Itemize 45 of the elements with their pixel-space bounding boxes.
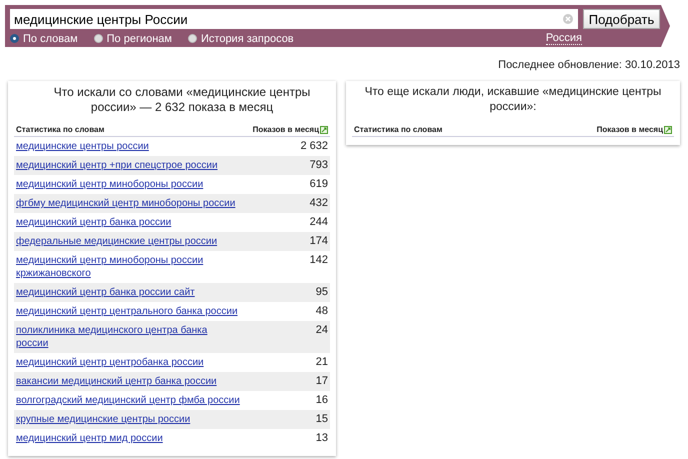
- count-cell: 16: [316, 394, 328, 407]
- phrase-link[interactable]: медицинский центр центробанка россии: [16, 356, 204, 369]
- phrase-link[interactable]: медицинский центр +при спецстрое россии: [16, 159, 218, 172]
- panel-title: Что еще искали люди, искавшие «медицинские центры россии»:: [364, 85, 662, 115]
- count-cell: 244: [310, 216, 328, 229]
- phrase-link[interactable]: медицинские центры россии: [16, 140, 149, 153]
- count-cell: 48: [316, 305, 328, 318]
- panel-title: Что искали со словами «медицинские центры россии» — 2 632 показа в месяц: [52, 84, 312, 116]
- column-header: Показов в месяц: [596, 125, 663, 134]
- column-header: Показов в месяц: [252, 125, 319, 134]
- column-header: Статистика по словам: [354, 125, 442, 134]
- phrase-link[interactable]: медицинский центр минобороны россии: [16, 178, 204, 191]
- phrase-link[interactable]: вакансии медицинский центр банка россии: [16, 375, 217, 388]
- phrase-link[interactable]: поликлиника медицинского центра банка россии: [16, 324, 208, 350]
- count-cell: 95: [316, 286, 328, 299]
- export-icon[interactable]: [664, 126, 672, 134]
- count-cell: 142: [310, 254, 328, 267]
- count-cell: 619: [310, 178, 328, 191]
- search-field[interactable]: медицинские центры России: [10, 9, 578, 29]
- count-cell: 15: [316, 413, 328, 426]
- phrase-link[interactable]: федеральные медицинские центры россии: [16, 235, 218, 248]
- phrase-link[interactable]: фгбму медицинский центр минобороны россии: [16, 197, 236, 210]
- count-cell: 174: [310, 235, 328, 248]
- phrase-link[interactable]: медицинский центр минобороны россии кржижановского: [16, 254, 204, 280]
- count-cell: 13: [316, 432, 328, 445]
- count-cell: 17: [316, 375, 328, 388]
- mode-radio[interactable]: История запросов: [188, 32, 294, 44]
- phrase-link[interactable]: волгоградский медицинский центр фмба россии: [16, 394, 240, 407]
- phrase-link[interactable]: медицинский центр центрального банка россии: [16, 305, 238, 318]
- phrase-link[interactable]: медицинский центр мид россии: [16, 432, 163, 445]
- count-cell: 793: [310, 159, 328, 172]
- submit-button[interactable]: Подобрать: [583, 9, 660, 29]
- last-update: Последнее обновление: 30.10.2013: [497, 58, 681, 73]
- phrase-link[interactable]: медицинский центр банка россии: [16, 216, 172, 229]
- count-cell: 432: [310, 197, 328, 210]
- phrase-link[interactable]: крупные медицинские центры россии: [16, 413, 190, 426]
- region-link[interactable]: Россия: [546, 32, 582, 45]
- count-cell: 24: [316, 324, 328, 337]
- mode-radio[interactable]: По словам: [10, 32, 78, 44]
- count-cell: 21: [316, 356, 328, 369]
- export-icon[interactable]: [320, 126, 328, 134]
- count-cell: 2 632: [300, 140, 328, 153]
- phrase-link[interactable]: медицинский центр банка россии сайт: [16, 286, 195, 299]
- mode-radio[interactable]: По регионам: [94, 32, 172, 44]
- column-header: Статистика по словам: [16, 125, 104, 134]
